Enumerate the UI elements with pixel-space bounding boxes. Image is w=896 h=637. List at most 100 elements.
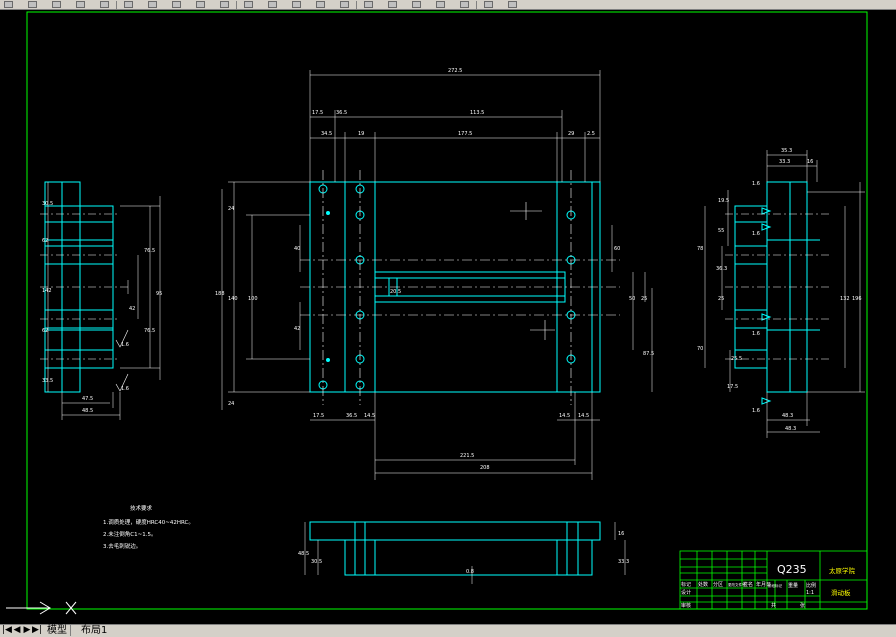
dim-text: 48.3 xyxy=(782,413,793,419)
dim-text: 30.5 xyxy=(42,201,53,207)
markup-icon[interactable] xyxy=(460,1,469,8)
open-icon[interactable] xyxy=(28,1,37,8)
toolbar-separator xyxy=(476,1,477,9)
new-icon[interactable] xyxy=(4,1,13,8)
dim-text: 34.5 xyxy=(321,131,332,137)
dim-text: 19 xyxy=(358,131,364,137)
dim-text: 0.8 xyxy=(466,569,474,575)
dim-text: 100 xyxy=(248,296,258,302)
cut-icon[interactable] xyxy=(124,1,133,8)
left-view-centerlines xyxy=(40,213,130,360)
tb-sheet: 共 xyxy=(771,602,776,609)
dim-text: 87.5 xyxy=(643,351,654,357)
first-tab-button[interactable]: |◀ xyxy=(2,625,12,636)
dim-text: 188 xyxy=(215,291,225,297)
dim-text: 42 xyxy=(294,326,300,332)
part-name-text: 滑动板 xyxy=(831,588,851,597)
dim-text: 177.5 xyxy=(458,131,472,137)
tech-note-2: 2.未注倒角C1~1.5。 xyxy=(103,530,156,538)
tb-label: 分区 xyxy=(713,581,723,588)
dim-text: 33.3 xyxy=(779,159,790,165)
calculator-icon[interactable] xyxy=(484,1,493,8)
dim-text: 47.5 xyxy=(82,396,93,402)
dim-text: 17.5 xyxy=(727,384,738,390)
tb-design: 设计 xyxy=(681,589,691,596)
toolbar-separator xyxy=(116,1,117,9)
dim-text: 113.5 xyxy=(470,110,484,116)
tb-label: 签名 xyxy=(743,581,753,588)
sheet-set-icon[interactable] xyxy=(436,1,445,8)
dim-text: 208 xyxy=(480,465,490,471)
tb-weight: 重量 xyxy=(788,582,798,589)
copy-icon[interactable] xyxy=(148,1,157,8)
dim-text: 140 xyxy=(228,296,238,302)
dim-text: 40 xyxy=(294,246,300,252)
plot-preview-icon[interactable] xyxy=(100,1,109,8)
tab-layout1[interactable]: 布局1 xyxy=(78,625,110,636)
dim-text: 196 xyxy=(852,296,862,302)
print-icon[interactable] xyxy=(76,1,85,8)
pan-icon[interactable] xyxy=(268,1,277,8)
undo-icon[interactable] xyxy=(220,1,229,8)
school-text: 太原学院 xyxy=(829,566,856,575)
previous-tab-button[interactable]: ◀ xyxy=(12,625,22,636)
dim-text: 76.5 xyxy=(144,248,155,254)
tool-palettes-icon[interactable] xyxy=(412,1,421,8)
tab-model[interactable]: 模型 xyxy=(44,625,71,636)
tb-label: 标记 xyxy=(681,581,691,588)
zoom-previous-icon[interactable] xyxy=(340,1,349,8)
bottom-view xyxy=(309,521,601,576)
roughness-text: 1.6 xyxy=(752,181,760,187)
left-view-dimlines xyxy=(47,182,161,420)
paste-icon[interactable] xyxy=(172,1,181,8)
dim-text: 95 xyxy=(156,291,162,297)
dim-text: 14.5 xyxy=(578,413,589,419)
save-icon[interactable] xyxy=(52,1,61,8)
dim-text: 36.5 xyxy=(336,110,347,116)
dim-text: 142 xyxy=(42,288,52,294)
drawing-canvas[interactable]: 272.5 17.5 36.5 113.5 34.5 19 177.5 29 2… xyxy=(0,10,896,624)
dim-overall-width: 272.5 xyxy=(448,68,462,74)
match-properties-icon[interactable] xyxy=(196,1,205,8)
properties-icon[interactable] xyxy=(364,1,373,8)
dim-text: 16 xyxy=(618,531,624,537)
main-view-centerlines xyxy=(300,170,620,405)
layout-tab-bar: |◀ ◀ ▶ ▶| 模型 布局1 xyxy=(0,624,896,637)
dim-text: 62 xyxy=(42,238,48,244)
main-view-dimtext: 272.5 17.5 36.5 113.5 34.5 19 177.5 29 2… xyxy=(215,68,654,471)
dim-text: 132 xyxy=(840,296,850,302)
material-text: Q235 xyxy=(777,563,807,576)
main-view-marks xyxy=(510,202,555,340)
dim-text: 70 xyxy=(697,346,703,352)
right-view-centerlines xyxy=(725,213,830,360)
roughness-text: 1.6 xyxy=(752,408,760,414)
tb-label: 处数 xyxy=(698,581,708,588)
dim-text: 2.5 xyxy=(587,131,595,137)
dim-text: 55 xyxy=(718,228,724,234)
dim-text: 30.5 xyxy=(311,559,322,565)
redo-icon[interactable] xyxy=(244,1,253,8)
help-icon[interactable] xyxy=(508,1,517,8)
dim-text: 62 xyxy=(42,328,48,334)
tech-note-1: 1.调质处理，硬度HRC40~42HRC。 xyxy=(103,518,194,526)
tb-sheet-of: 张 xyxy=(800,602,805,609)
dim-text: 35.3 xyxy=(781,148,792,154)
dim-text: 24 xyxy=(228,206,234,212)
zoom-window-icon[interactable] xyxy=(316,1,325,8)
zoom-realtime-icon[interactable] xyxy=(292,1,301,8)
dim-text: 14.5 xyxy=(364,413,375,419)
next-tab-button[interactable]: ▶ xyxy=(22,625,32,636)
tb-review: 审核 xyxy=(681,602,691,609)
design-center-icon[interactable] xyxy=(388,1,397,8)
last-tab-button[interactable]: ▶| xyxy=(32,625,42,636)
dim-text: 25 xyxy=(718,296,724,302)
dim-text: 48.5 xyxy=(82,408,93,414)
left-view-dimtext: 30.5 62 142 62 33.5 76.5 42 76.5 95 47.5… xyxy=(42,201,162,414)
dim-text: 221.5 xyxy=(460,453,474,459)
dim-text: 48.3 xyxy=(785,426,796,432)
right-view-dimlines xyxy=(704,150,865,438)
dim-text: 50 xyxy=(629,296,635,302)
dim-text: 48.5 xyxy=(298,551,309,557)
title-block xyxy=(679,550,868,610)
toolbar-separator xyxy=(356,1,357,9)
